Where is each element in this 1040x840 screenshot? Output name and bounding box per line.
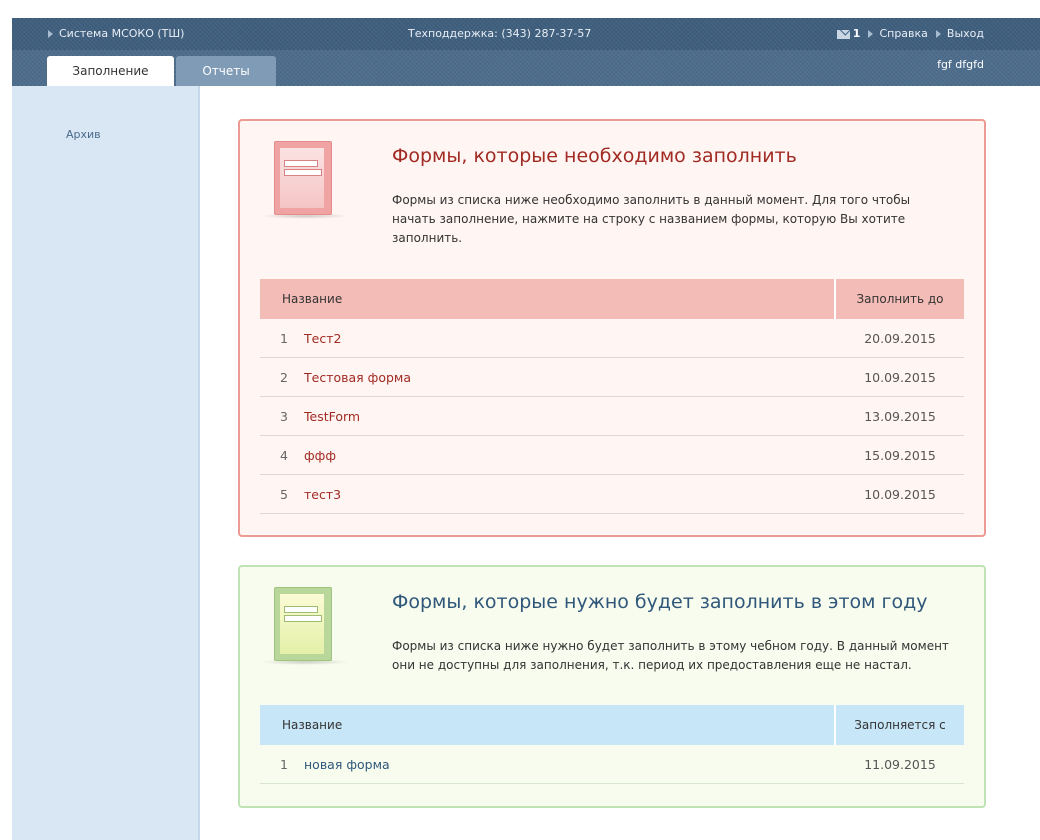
row-number: 1 — [280, 331, 288, 346]
row-number: 1 — [280, 757, 288, 772]
form-name-link[interactable]: новая форма — [304, 757, 390, 772]
due-forms-title: Формы, которые необходимо заполнить — [392, 145, 797, 167]
table-row[interactable]: 3 TestForm 13.09.2015 — [260, 397, 964, 436]
system-link[interactable]: Система МСОКО (ТШ) — [48, 27, 184, 40]
column-header-name[interactable]: Название — [260, 705, 834, 745]
mail-count: 1 — [852, 27, 861, 40]
messages-link[interactable]: 1 — [836, 27, 861, 40]
row-number: 3 — [280, 409, 288, 424]
support-phone: Техподдержка: (343) 287-37-57 — [408, 27, 592, 40]
row-number: 2 — [280, 370, 288, 385]
header-right-links: 1 Справка Выход — [829, 27, 984, 40]
due-date: 10.09.2015 — [864, 487, 936, 502]
triangle-right-icon — [868, 30, 874, 38]
form-name-link[interactable]: тест3 — [304, 487, 341, 502]
table-row[interactable]: 4 ффф 15.09.2015 — [260, 436, 964, 475]
upcoming-forms-panel: Формы, которые нужно будет заполнить в э… — [238, 565, 986, 808]
form-document-icon — [260, 587, 350, 665]
form-name-link[interactable]: TestForm — [304, 409, 360, 424]
triangle-right-icon — [935, 30, 941, 38]
upcoming-forms-description: Формы из списка ниже нужно будет заполни… — [392, 639, 949, 672]
logout-link[interactable]: Выход — [935, 27, 984, 40]
due-forms-panel: Формы, которые необходимо заполнить Форм… — [238, 119, 986, 537]
form-name-link[interactable]: ффф — [304, 448, 336, 463]
row-number: 5 — [280, 487, 288, 502]
form-name-link[interactable]: Тест2 — [304, 331, 341, 346]
table-row[interactable]: 1 Тест2 20.09.2015 — [260, 319, 964, 358]
due-forms-table-header: Название Заполнить до — [260, 279, 964, 319]
due-date: 20.09.2015 — [864, 331, 936, 346]
help-link[interactable]: Справка — [868, 27, 928, 40]
sidebar-item-archive[interactable]: Архив — [66, 128, 101, 141]
upcoming-forms-title: Формы, которые нужно будет заполнить в э… — [392, 591, 928, 613]
help-label[interactable]: Справка — [879, 27, 927, 40]
column-header-due-date[interactable]: Заполнить до — [836, 279, 964, 319]
logout-label[interactable]: Выход — [947, 27, 984, 40]
due-date: 13.09.2015 — [864, 409, 936, 424]
sidebar: Архив — [12, 86, 200, 840]
envelope-icon — [836, 29, 850, 39]
start-date: 11.09.2015 — [864, 757, 936, 772]
upcoming-forms-rows: 1 новая форма 11.09.2015 — [260, 745, 964, 784]
form-name-link[interactable]: Тестовая форма — [304, 370, 411, 385]
table-row[interactable]: 5 тест3 10.09.2015 — [260, 475, 964, 514]
form-document-icon — [260, 141, 350, 219]
column-header-name[interactable]: Название — [260, 279, 834, 319]
top-header: Система МСОКО (ТШ) Техподдержка: (343) 2… — [12, 18, 1040, 50]
due-forms-rows: 1 Тест2 20.09.2015 2 Тестовая форма 10.0… — [260, 319, 964, 514]
table-row[interactable]: 1 новая форма 11.09.2015 — [260, 745, 964, 784]
tab-reports[interactable]: Отчеты — [176, 56, 276, 86]
tab-filling[interactable]: Заполнение — [47, 56, 174, 86]
row-number: 4 — [280, 448, 288, 463]
tab-bar: Заполнение Отчеты fgf dfgfd — [12, 50, 1040, 86]
due-forms-description: Формы из списка ниже необходимо заполнит… — [392, 193, 911, 245]
column-header-start-date[interactable]: Заполняется с — [836, 705, 964, 745]
due-date: 15.09.2015 — [864, 448, 936, 463]
system-label[interactable]: Система МСОКО (ТШ) — [59, 27, 184, 40]
table-row[interactable]: 2 Тестовая форма 10.09.2015 — [260, 358, 964, 397]
triangle-right-icon — [48, 30, 53, 38]
user-name[interactable]: fgf dfgfd — [937, 58, 984, 71]
upcoming-forms-table-header: Название Заполняется с — [260, 705, 964, 745]
due-date: 10.09.2015 — [864, 370, 936, 385]
